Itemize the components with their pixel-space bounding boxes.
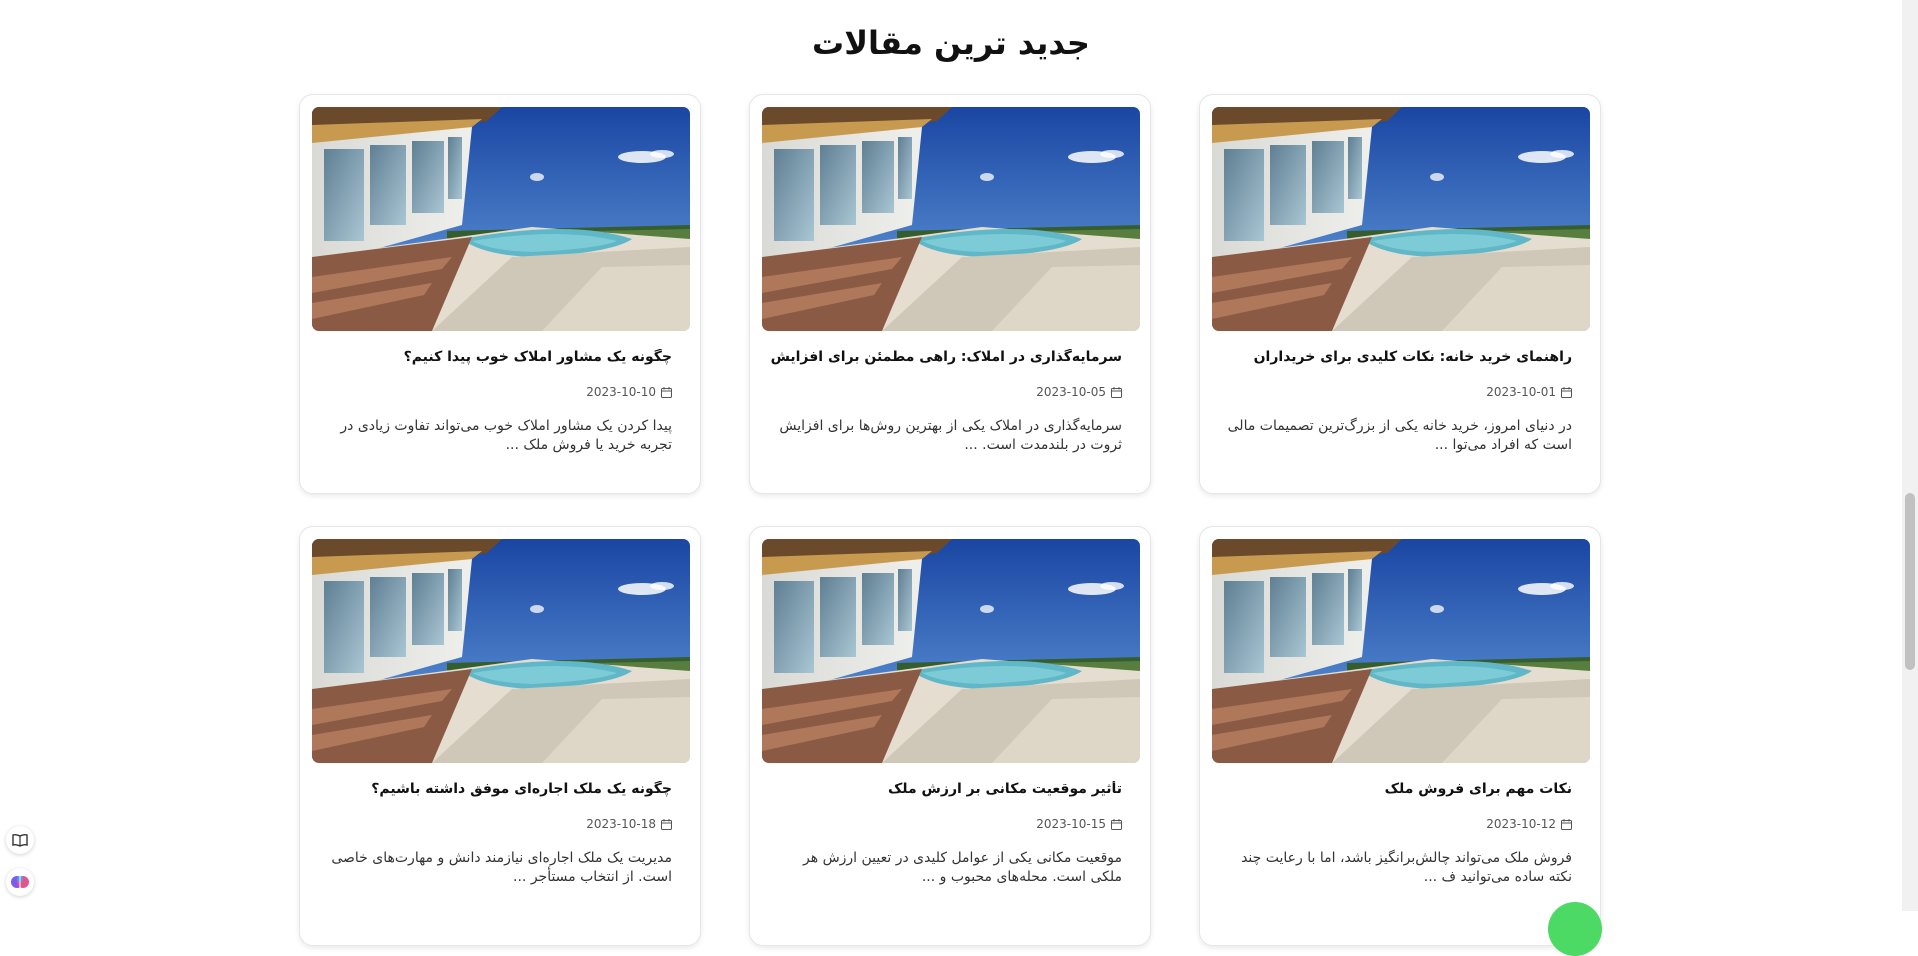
scrollbar-thumb[interactable] <box>1905 493 1915 670</box>
article-image[interactable] <box>762 539 1140 763</box>
brain-icon <box>11 876 29 888</box>
page-scrollbar[interactable] <box>1902 0 1918 911</box>
article-image[interactable] <box>1212 539 1590 763</box>
article-date: 2023-10-12 <box>1486 817 1572 831</box>
chat-bubble-button[interactable] <box>1548 902 1602 956</box>
article-excerpt: مدیریت یک ملک اجاره‌ای نیازمند دانش و مه… <box>331 850 672 885</box>
calendar-icon <box>1111 818 1122 830</box>
article-excerpt: موقعیت مکانی یکی از عوامل کلیدی در تعیین… <box>803 850 1122 885</box>
article-card[interactable]: چگونه یک مشاور املاک خوب پیدا کنیم؟ 2023… <box>299 94 701 494</box>
article-excerpt: فروش ملک می‌تواند چالش‌برانگیز باشد، اما… <box>1241 850 1572 885</box>
article-date-text: 2023-10-15 <box>1036 817 1106 831</box>
article-title[interactable]: چگونه یک ملک اجاره‌ای موفق داشته باشیم؟ <box>316 781 672 797</box>
article-title[interactable]: تأثیر موقعیت مکانی بر ارزش ملک <box>766 781 1122 797</box>
article-date: 2023-10-18 <box>586 817 672 831</box>
article-card[interactable]: تأثیر موقعیت مکانی بر ارزش ملک 2023-10-1… <box>749 526 1151 946</box>
article-image[interactable] <box>762 107 1140 331</box>
article-date: 2023-10-15 <box>1036 817 1122 831</box>
calendar-icon <box>1561 818 1572 830</box>
calendar-icon <box>1561 386 1572 398</box>
calendar-icon <box>661 818 672 830</box>
article-title[interactable]: نکات مهم برای فروش ملک <box>1216 781 1572 797</box>
article-image[interactable] <box>312 539 690 763</box>
article-title[interactable]: راهنمای خرید خانه: نکات کلیدی برای خریدا… <box>1216 349 1572 365</box>
article-date: 2023-10-05 <box>1036 385 1122 399</box>
article-excerpt: سرمایه‌گذاری در املاک یکی از بهترین روش‌… <box>779 418 1122 453</box>
article-image[interactable] <box>312 107 690 331</box>
article-date-text: 2023-10-18 <box>586 817 656 831</box>
article-card[interactable]: نکات مهم برای فروش ملک 2023-10-12 فروش م… <box>1199 526 1601 946</box>
book-icon <box>12 833 28 847</box>
article-excerpt: پیدا کردن یک مشاور املاک خوب می‌تواند تف… <box>340 418 672 453</box>
article-card[interactable]: سرمایه‌گذاری در املاک: راهی مطمئن برای ا… <box>749 94 1151 494</box>
article-card[interactable]: راهنمای خرید خانه: نکات کلیدی برای خریدا… <box>1199 94 1601 494</box>
article-title[interactable]: چگونه یک مشاور املاک خوب پیدا کنیم؟ <box>316 349 672 365</box>
article-excerpt: در دنیای امروز، خرید خانه یکی از بزرگ‌تر… <box>1227 418 1572 453</box>
calendar-icon <box>1111 386 1122 398</box>
article-date: 2023-10-10 <box>586 385 672 399</box>
article-image[interactable] <box>1212 107 1590 331</box>
article-card[interactable]: چگونه یک ملک اجاره‌ای موفق داشته باشیم؟ … <box>299 526 701 946</box>
article-date-text: 2023-10-01 <box>1486 385 1556 399</box>
calendar-icon <box>661 386 672 398</box>
section-title: جدید ترین مقالات <box>812 24 1090 63</box>
reading-tool-button[interactable] <box>6 826 34 854</box>
article-date: 2023-10-01 <box>1486 385 1572 399</box>
article-title[interactable]: سرمایه‌گذاری در املاک: راهی مطمئن برای ا… <box>766 349 1122 365</box>
ai-assistant-button[interactable] <box>6 868 34 896</box>
article-date-text: 2023-10-12 <box>1486 817 1556 831</box>
article-date-text: 2023-10-05 <box>1036 385 1106 399</box>
article-date-text: 2023-10-10 <box>586 385 656 399</box>
